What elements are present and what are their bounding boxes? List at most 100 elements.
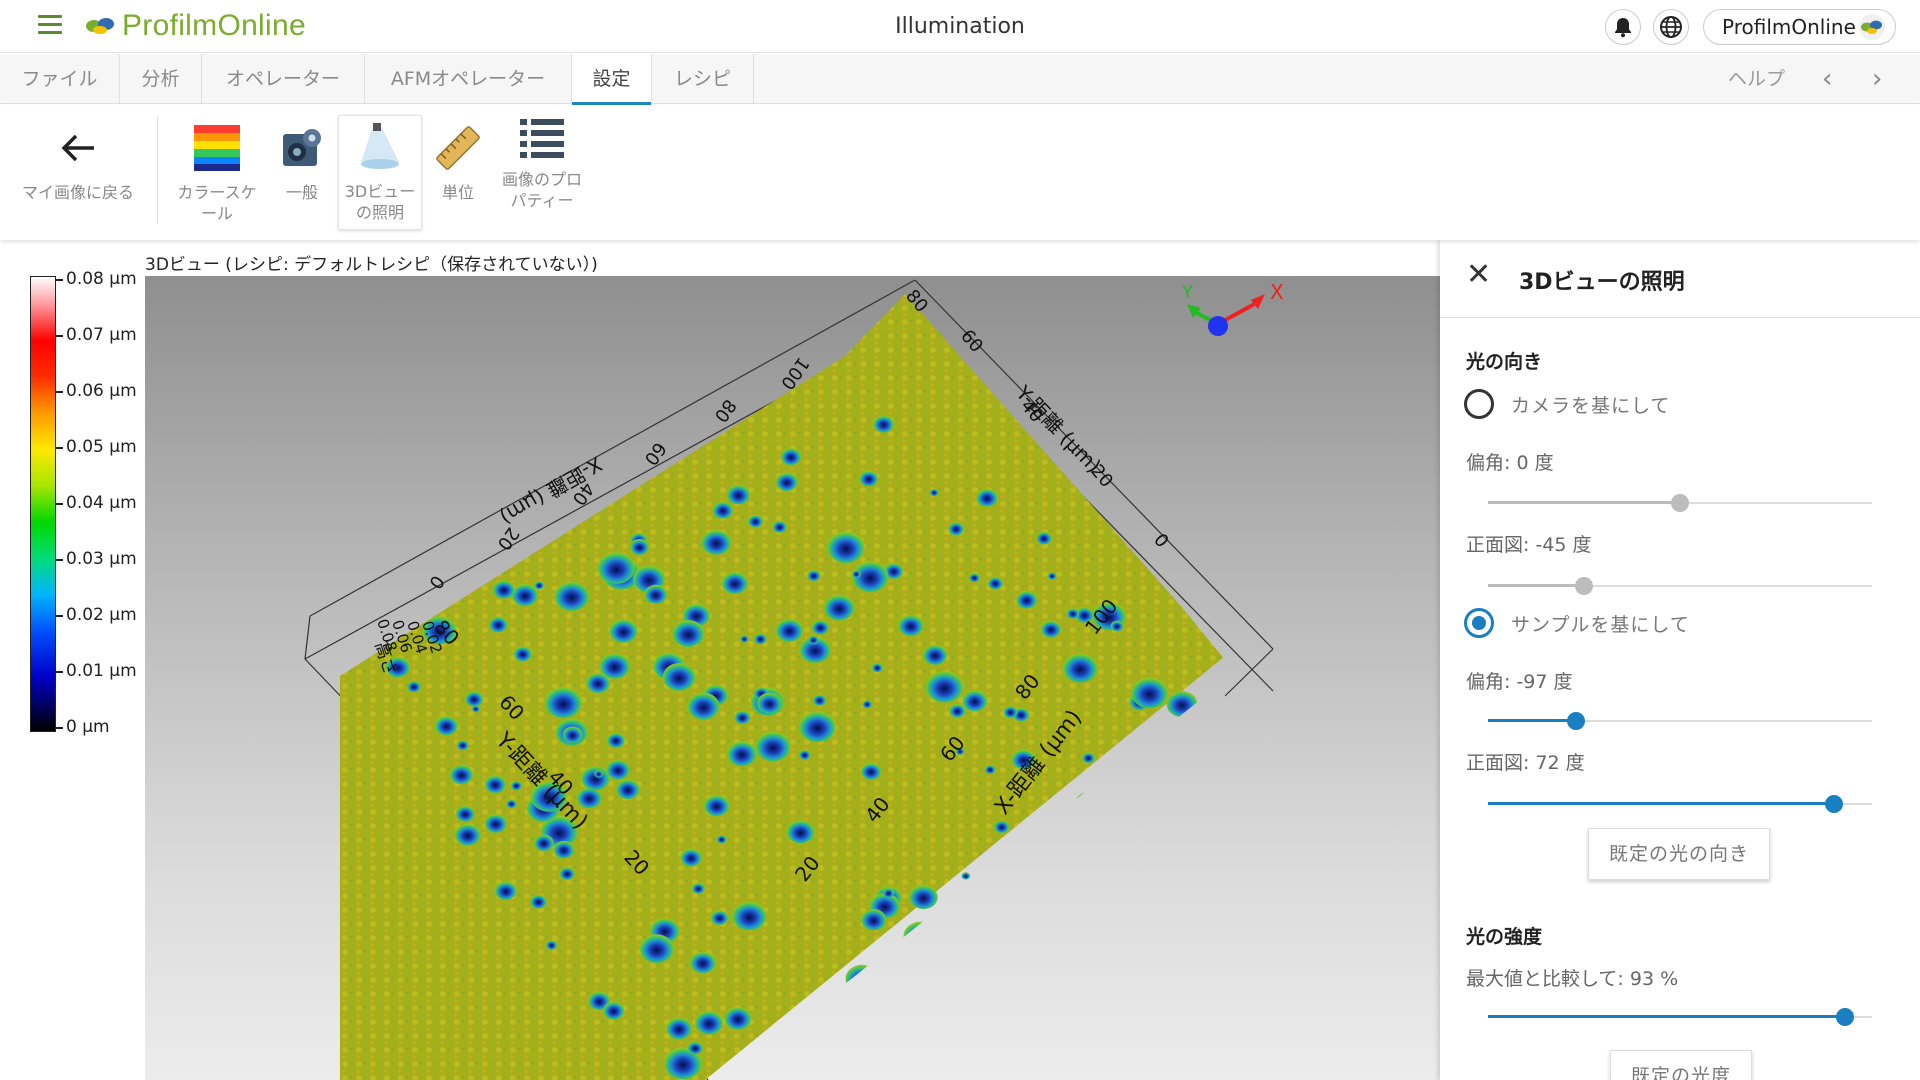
sample-azimuth-slider[interactable] — [1488, 711, 1872, 731]
surface-pit — [554, 581, 589, 611]
sample-option-label: サンプルを基にして — [1511, 613, 1690, 636]
surface-pit — [506, 799, 517, 809]
units-label: 単位 — [441, 183, 474, 202]
surface-pit — [772, 520, 787, 533]
top-bar: ProfilmOnline Illumination ProfilmOnline — [0, 0, 1920, 53]
surface-pit — [510, 780, 522, 791]
intensity-slider[interactable] — [1488, 1007, 1872, 1027]
user-label: ProfilmOnline — [1722, 15, 1856, 39]
surface-pit — [692, 882, 705, 894]
colorscale-label: カラースケール — [177, 183, 257, 223]
tab-file[interactable]: ファイル — [0, 54, 120, 104]
surface-pit — [961, 872, 971, 880]
language-button[interactable] — [1653, 9, 1689, 45]
surface-pit — [489, 616, 508, 633]
surface-pit — [862, 700, 873, 709]
tab-settings[interactable]: 設定 — [572, 54, 652, 105]
general-label: 一般 — [285, 183, 318, 202]
close-icon[interactable]: ✕ — [1466, 260, 1491, 290]
scale-tick-label: 0 µm — [66, 717, 110, 737]
back-x-tick: 0 — [424, 571, 448, 592]
slider-thumb[interactable] — [1671, 494, 1689, 512]
sample-based-radio[interactable]: サンプルを基にして — [1464, 608, 1690, 638]
surface-pit — [701, 529, 731, 555]
camera-based-radio[interactable]: カメラを基にして — [1464, 389, 1670, 419]
camera-azimuth-slider[interactable] — [1488, 493, 1872, 513]
surface-pit — [456, 740, 469, 751]
back-x-tick: 60 — [640, 438, 670, 469]
slider-thumb[interactable] — [1824, 795, 1843, 813]
slider-thumb[interactable] — [1836, 1008, 1855, 1026]
default-direction-button[interactable]: 既定の光の向き — [1588, 828, 1770, 880]
surface-pit — [1082, 752, 1095, 763]
tab-recipe[interactable]: レシピ — [652, 54, 754, 104]
surface-pit — [1020, 847, 1055, 877]
surface-pit — [484, 814, 507, 833]
ribbon-toolbar: マイ画像に戻る カラースケール 一般 3Dビューの照明 単位 画像のプロパティー — [0, 105, 1920, 240]
surface-pit — [807, 569, 821, 582]
surface-pit — [616, 779, 640, 800]
menu-icon[interactable] — [38, 15, 62, 35]
illumination-button[interactable]: 3Dビューの照明 — [338, 115, 422, 230]
surface-pit — [871, 663, 883, 673]
slider-thumb[interactable] — [1567, 712, 1586, 730]
user-menu-button[interactable]: ProfilmOnline — [1703, 9, 1896, 45]
slider-thumb[interactable] — [1575, 577, 1593, 595]
surface-pit — [757, 692, 782, 714]
tab-afm-operators[interactable]: AFMオペレーター — [365, 54, 572, 104]
surface-pit — [722, 572, 748, 594]
surface-pit — [1063, 653, 1098, 683]
surface-pit — [712, 501, 734, 519]
surface-pit — [1061, 808, 1083, 828]
surface-pit — [716, 835, 727, 844]
surface-pit — [873, 415, 894, 433]
back-label: マイ画像に戻る — [21, 183, 134, 202]
color-scale-bar — [30, 276, 56, 732]
menu-tabs: ファイル 分析 オペレーター AFMオペレーター 設定 レシピ ヘルプ ‹ › — [0, 54, 1920, 105]
surface-pit — [1166, 691, 1198, 718]
camera-elevation-slider[interactable] — [1488, 576, 1872, 596]
colorscale-button[interactable]: カラースケール — [177, 120, 257, 224]
camera-elevation-label: 正面図: -45 度 — [1466, 534, 1592, 556]
surface-pit — [748, 514, 763, 528]
surface-pit — [484, 775, 506, 794]
camera-azimuth-label: 偏角: 0 度 — [1466, 452, 1554, 474]
surface-pit — [695, 1010, 723, 1035]
surface-pit — [704, 795, 730, 817]
surface-pit — [976, 488, 998, 507]
surface-pit — [740, 635, 749, 643]
back-to-images-button[interactable]: マイ画像に戻る — [20, 120, 136, 203]
surface-pit — [1036, 531, 1052, 545]
scale-tick — [56, 391, 63, 393]
surface-pit — [687, 692, 720, 720]
gears-icon — [283, 129, 321, 166]
scale-tick — [56, 503, 63, 505]
surface-pit — [726, 484, 750, 505]
general-settings-button[interactable]: 一般 — [268, 120, 336, 203]
image-properties-button[interactable]: 画像のプロパティー — [500, 113, 584, 211]
surface-pit — [546, 940, 557, 950]
brand-logo[interactable]: ProfilmOnline — [84, 6, 306, 46]
surface-pit — [607, 732, 625, 748]
surface-pit — [776, 472, 798, 491]
sample-elevation-slider[interactable] — [1488, 794, 1872, 814]
surface-pit — [559, 867, 575, 880]
scroll-left-icon[interactable]: ‹ — [1822, 54, 1832, 104]
units-button[interactable]: 単位 — [425, 120, 491, 203]
scroll-right-icon[interactable]: › — [1872, 54, 1882, 104]
3d-surface-plot[interactable]: 20406080100X-距離 (µm)20406080Y-距離 (µm)0.0… — [145, 276, 1440, 1080]
surface-pit — [562, 726, 583, 744]
surface-pit — [1110, 620, 1124, 632]
view-caption: 3Dビュー (レシピ: デフォルトレシピ（保存されていない）) — [145, 255, 598, 275]
tab-operators[interactable]: オペレーター — [202, 54, 365, 104]
ruler-icon — [436, 126, 480, 170]
3d-view-canvas[interactable]: 20 40 60 80 100 X-距離 (µm) 20 40 60 80 Y-距離 (µm) 0.0… — [145, 276, 1440, 1080]
orientation-gizmo: X Y — [1181, 280, 1284, 336]
default-intensity-button[interactable]: 既定の光度 — [1610, 1050, 1752, 1080]
surface-pit — [882, 888, 895, 898]
tab-analysis[interactable]: 分析 — [120, 54, 202, 104]
notifications-button[interactable] — [1605, 9, 1641, 45]
surface-pit — [606, 759, 630, 780]
help-menu[interactable]: ヘルプ — [1728, 54, 1785, 104]
surface-pit — [1047, 572, 1057, 580]
